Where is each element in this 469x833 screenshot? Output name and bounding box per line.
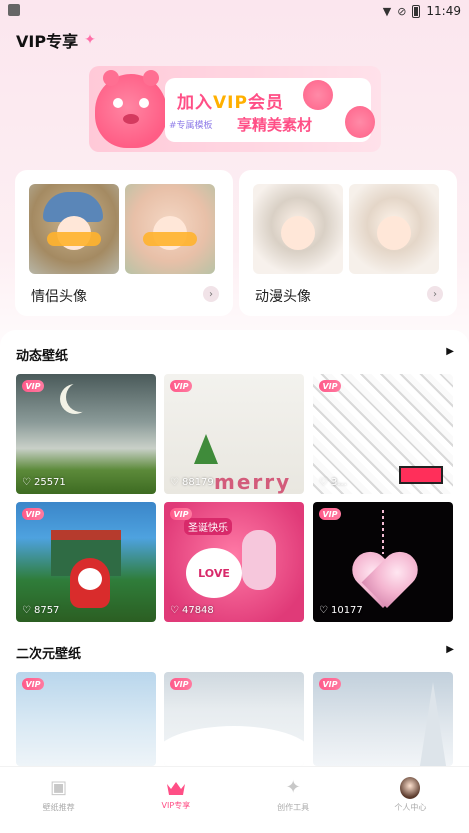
banner-subtitle: 享精美素材 xyxy=(237,116,313,134)
heart-icon: ♡ xyxy=(22,605,31,616)
heart-icon: ♡ xyxy=(319,477,328,488)
category-label: 动漫头像 xyxy=(255,289,311,305)
category-label: 情侣头像 xyxy=(31,289,87,305)
tab-vip-exclusive[interactable]: VIP专享 xyxy=(131,779,221,811)
page-title: VIP专享 xyxy=(16,32,79,51)
like-count: ♡ 47848 xyxy=(170,605,214,616)
banner-tag: #专属模板 xyxy=(169,121,213,131)
vip-badge: VIP xyxy=(22,678,44,690)
heart-icon: ♡ xyxy=(22,477,31,488)
status-right: ▼ ⊘ 11:49 xyxy=(383,4,461,18)
bottom-tab-bar: ▣ 壁纸推荐 VIP专享 ✦ 创作工具 个人中心 xyxy=(0,766,469,822)
tab-wallpaper-recommend[interactable]: ▣ 壁纸推荐 xyxy=(14,777,104,813)
vip-badge: VIP xyxy=(22,380,44,392)
status-left xyxy=(8,3,20,19)
banner-headline: 加入VIP会员 xyxy=(177,93,284,113)
battery-icon xyxy=(412,4,421,18)
vip-badge: VIP xyxy=(170,508,192,520)
mini-beaver-icon xyxy=(303,80,333,110)
tab-personal-center[interactable]: 个人中心 xyxy=(365,776,455,813)
vip-badge: VIP xyxy=(170,678,192,690)
tab-label: 个人中心 xyxy=(394,802,427,812)
like-count: ♡ 88179 xyxy=(170,477,214,488)
vip-badge: VIP xyxy=(319,508,341,520)
beaver-mascot-image xyxy=(95,70,167,148)
tab-creation-tools[interactable]: ✦ 创作工具 xyxy=(248,777,338,813)
vip-banner[interactable]: 加入VIP会员 #专属模板 享精美素材 xyxy=(89,66,381,152)
heart-icon: ♡ xyxy=(319,605,328,616)
category-card-couple-avatar[interactable]: 情侣头像 › xyxy=(15,170,233,316)
chevron-right-icon[interactable]: › xyxy=(203,286,219,302)
like-count: ♡ 25571 xyxy=(22,477,66,488)
wallpaper-tile[interactable]: VIP ♡ 10177 xyxy=(313,502,453,622)
heart-icon: ♡ xyxy=(170,477,179,488)
wallpaper-tile[interactable]: 圣诞快乐 LOVE VIP ♡ 47848 xyxy=(164,502,304,622)
section-title-anime-wallpaper: 二次元壁纸 xyxy=(16,647,82,662)
wallpaper-tile[interactable]: VIP ♡ 3... xyxy=(313,374,453,494)
wallpaper-tile[interactable]: VIP xyxy=(16,672,156,766)
wifi-icon: ▼ xyxy=(382,4,392,18)
section-title-live-wallpaper: 动态壁纸 xyxy=(16,349,69,364)
vip-badge: VIP xyxy=(319,678,341,690)
couple-avatar-thumbnail xyxy=(125,184,215,274)
page-header: VIP专享 ✦ xyxy=(16,28,96,52)
wallpaper-tile[interactable]: VIP ♡ 25571 xyxy=(16,374,156,494)
system-nav-area xyxy=(0,822,469,833)
tab-label: VIP专享 xyxy=(161,800,191,810)
status-bar: ▼ ⊘ 11:49 xyxy=(0,0,469,22)
wallpaper-tile[interactable]: VIP ♡ 8757 xyxy=(16,502,156,622)
section-more-arrow-icon[interactable]: ▶ xyxy=(446,644,454,655)
sparkle-icon: ✦ xyxy=(285,777,301,798)
wallpaper-icon: ▣ xyxy=(50,777,68,798)
chevron-right-icon[interactable]: › xyxy=(427,286,443,302)
sparkle-icon: ✦ xyxy=(84,32,96,48)
anime-avatar-thumbnail xyxy=(253,184,343,274)
section-more-arrow-icon[interactable]: ▶ xyxy=(446,346,454,357)
couple-avatar-thumbnail xyxy=(29,184,119,274)
wallpaper-tile[interactable]: merry VIP ♡ 88179 xyxy=(164,374,304,494)
like-count: ♡ 8757 xyxy=(22,605,60,616)
vip-badge: VIP xyxy=(319,380,341,392)
tab-label: 创作工具 xyxy=(277,802,310,812)
app-notification-icon xyxy=(8,3,20,16)
wallpaper-tile[interactable]: VIP xyxy=(164,672,304,766)
vip-badge: VIP xyxy=(170,380,192,392)
status-time: 11:49 xyxy=(426,4,461,18)
like-count: ♡ 10177 xyxy=(319,605,363,616)
category-card-anime-avatar[interactable]: 动漫头像 › xyxy=(239,170,457,316)
vip-badge: VIP xyxy=(22,508,44,520)
mini-beaver-icon xyxy=(345,106,375,138)
heart-icon: ♡ xyxy=(170,605,179,616)
like-count: ♡ 3... xyxy=(319,477,347,488)
avatar-icon xyxy=(399,776,421,799)
crown-icon xyxy=(165,779,187,797)
anime-avatar-thumbnail xyxy=(349,184,439,274)
no-sim-icon: ⊘ xyxy=(397,4,407,18)
tab-label: 壁纸推荐 xyxy=(42,802,75,812)
wallpaper-tile[interactable]: VIP xyxy=(313,672,453,766)
